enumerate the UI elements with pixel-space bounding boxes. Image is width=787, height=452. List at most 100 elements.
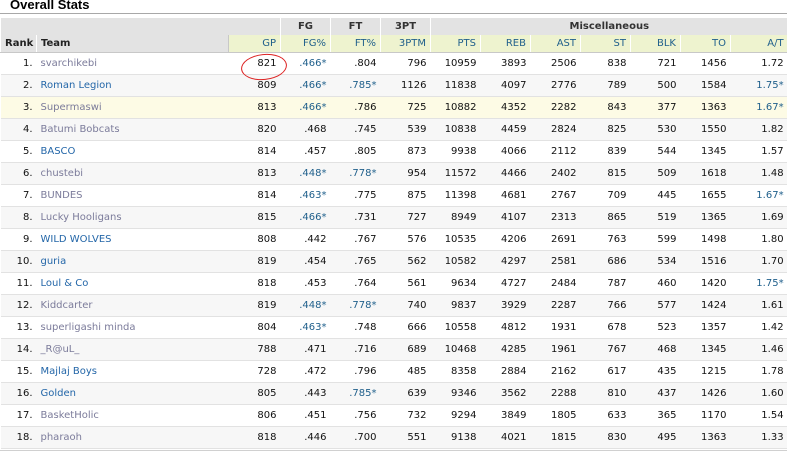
team-cell: guria <box>36 250 229 273</box>
team-link[interactable]: Golden <box>41 388 76 399</box>
ftp-cell: .805 <box>330 140 381 163</box>
at-cell: 1.69 <box>730 206 787 229</box>
team-link[interactable]: Batumi Bobcats <box>41 124 120 135</box>
tpm-cell: 576 <box>380 228 431 251</box>
tpm-cell: 689 <box>380 338 431 361</box>
gp-cell: 809 <box>228 74 281 97</box>
team-link[interactable]: BASCO <box>41 146 76 157</box>
team-link[interactable]: Loul & Co <box>41 278 89 289</box>
team-cell: Kiddcarter <box>36 294 229 317</box>
to-cell: 1424 <box>680 294 731 317</box>
rank-cell: 14. <box>0 338 37 361</box>
at-cell: 1.67* <box>730 96 787 119</box>
team-link[interactable]: pharaoh <box>41 432 83 443</box>
team-link[interactable]: guria <box>41 256 67 267</box>
team-link[interactable]: Kiddcarter <box>41 300 93 311</box>
rank-cell: 11. <box>0 272 37 295</box>
sort-ft-pct[interactable]: FT% <box>330 35 381 53</box>
rank-cell: 7. <box>0 184 37 207</box>
team-link[interactable]: Supermaswi <box>41 102 102 113</box>
pts-cell: 10535 <box>430 228 481 251</box>
team-link[interactable]: Lucky Hooligans <box>41 212 122 223</box>
sort-fg-pct[interactable]: FG% <box>280 35 331 53</box>
team-link[interactable]: chustebi <box>41 168 84 179</box>
pts-cell: 10882 <box>430 96 481 119</box>
team-cell: chustebi <box>36 162 229 185</box>
ftp-cell: .778* <box>330 294 381 317</box>
gp-cell: 819 <box>228 294 281 317</box>
st-cell: 617 <box>580 360 631 383</box>
table-row: 3. Supermaswi 813.466* .786 725 10882 4352 2282… <box>0 96 787 119</box>
sort-to[interactable]: TO <box>680 35 731 53</box>
sort-ast[interactable]: AST <box>530 35 581 53</box>
sort-st[interactable]: ST <box>580 35 631 53</box>
team-link[interactable]: WILD WOLVES <box>41 234 112 245</box>
blk-cell: 544 <box>630 140 681 163</box>
fgp-cell: .466* <box>280 52 331 75</box>
at-cell: 1.70 <box>730 250 787 273</box>
st-cell: 686 <box>580 250 631 273</box>
at-cell: 1.60 <box>730 382 787 405</box>
group-blank <box>0 18 281 35</box>
pts-cell: 8358 <box>430 360 481 383</box>
to-cell: 1170 <box>680 404 731 427</box>
st-cell: 787 <box>580 272 631 295</box>
gp-cell: 788 <box>228 338 281 361</box>
st-cell: 766 <box>580 294 631 317</box>
ftp-cell: .804 <box>330 52 381 75</box>
ast-cell: 1815 <box>530 426 581 449</box>
to-cell: 1345 <box>680 338 731 361</box>
column-header-row: Rank Team GP FG% FT% 3PTM PTS REB AST ST… <box>0 35 787 53</box>
table-row: 1. svarchikebi 821.466* .804 796 10959 3893 250… <box>0 52 787 75</box>
fgp-cell: .466* <box>280 74 331 97</box>
header-team: Team <box>36 35 229 53</box>
rank-cell: 12. <box>0 294 37 317</box>
team-cell: pharaoh <box>36 426 229 449</box>
blk-cell: 460 <box>630 272 681 295</box>
team-link[interactable]: Roman Legion <box>41 80 112 91</box>
fgp-cell: .466* <box>280 96 331 119</box>
pts-cell: 8949 <box>430 206 481 229</box>
sort-blk[interactable]: BLK <box>630 35 681 53</box>
sort-3ptm[interactable]: 3PTM <box>380 35 431 53</box>
fgp-cell: .457 <box>280 140 331 163</box>
blk-cell: 519 <box>630 206 681 229</box>
gp-cell: 818 <box>228 426 281 449</box>
team-cell: BasketHolic <box>36 404 229 427</box>
blk-cell: 365 <box>630 404 681 427</box>
sort-reb[interactable]: REB <box>480 35 531 53</box>
table-row: 12. Kiddcarter 819.448* .778* 740 9837 3929 228… <box>0 294 787 317</box>
to-cell: 1215 <box>680 360 731 383</box>
blk-cell: 530 <box>630 118 681 141</box>
st-cell: 810 <box>580 382 631 405</box>
st-cell: 815 <box>580 162 631 185</box>
ast-cell: 2402 <box>530 162 581 185</box>
st-cell: 767 <box>580 338 631 361</box>
table-row: 10. guria 819.454.765 562 10582 4297 2581 686 53… <box>0 250 787 273</box>
sort-gp[interactable]: GP <box>228 35 281 53</box>
to-cell: 1420 <box>680 272 731 295</box>
table-row: 7. BUNDES 814.463* .775 875 11398 4681 2767 709 4… <box>0 184 787 207</box>
team-link[interactable]: BUNDES <box>41 190 83 201</box>
reb-cell: 4107 <box>480 206 531 229</box>
team-link[interactable]: _R@uL_ <box>41 344 80 355</box>
tpm-cell: 732 <box>380 404 431 427</box>
gp-cell: 813 <box>228 162 281 185</box>
pts-cell: 10468 <box>430 338 481 361</box>
pts-cell: 9938 <box>430 140 481 163</box>
reb-cell: 4681 <box>480 184 531 207</box>
ast-cell: 2282 <box>530 96 581 119</box>
ftp-cell: .796 <box>330 360 381 383</box>
sort-at[interactable]: A/T <box>729 35 787 53</box>
team-link[interactable]: BasketHolic <box>41 410 99 421</box>
team-link[interactable]: Majlaj Boys <box>41 366 98 377</box>
gp-cell: 808 <box>228 228 281 251</box>
table-row: 15. Majlaj Boys 728.472.796 485 8358 2884 2162… <box>0 360 787 383</box>
blk-cell: 435 <box>630 360 681 383</box>
gp-cell: 819 <box>228 250 281 273</box>
sort-pts[interactable]: PTS <box>430 35 481 53</box>
pts-cell: 9294 <box>430 404 481 427</box>
tpm-cell: 666 <box>380 316 431 339</box>
team-link[interactable]: svarchikebi <box>41 58 97 69</box>
team-link[interactable]: superligashi minda <box>41 322 136 333</box>
